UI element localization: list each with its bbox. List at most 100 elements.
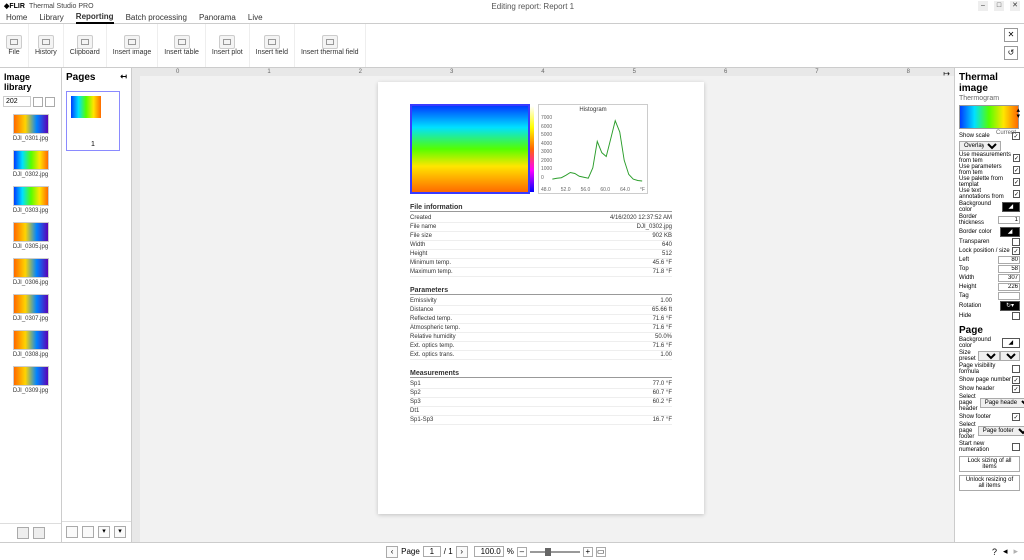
page-prev-button[interactable]: ‹ [386, 546, 398, 558]
main-menu: Home Library Reporting Batch processing Pano… [0, 12, 1024, 24]
close-window-button[interactable]: ✕ [1010, 1, 1020, 11]
ribbon-reset-button[interactable]: ↺ [1004, 46, 1018, 60]
undo-nav-icon[interactable]: ◂ [1003, 546, 1008, 557]
image-thumb[interactable]: DJI_0307.jpg [0, 290, 61, 326]
image-thumb[interactable]: DJI_0308.jpg [0, 326, 61, 362]
maximize-button[interactable]: □ [994, 1, 1004, 11]
page-export-button[interactable] [66, 526, 78, 538]
image-thumb[interactable]: DJI_0303.jpg [0, 182, 61, 218]
app-name: Thermal Studio PRO [29, 3, 94, 10]
hide-checkbox[interactable] [1012, 312, 1020, 320]
zoom-out-button[interactable]: – [517, 547, 527, 557]
menu-tab-batch-processing[interactable]: Batch processing [126, 13, 187, 23]
image-thumb[interactable]: DJI_0301.jpg [0, 110, 61, 146]
ribbon-insert-table[interactable]: Insert table [158, 24, 206, 67]
check-use-palette-from-templat[interactable] [1013, 178, 1020, 186]
rotation-button[interactable]: ↻▾ [1000, 301, 1020, 311]
rightpanel-title: Thermal image [959, 72, 1020, 94]
menu-tab-reporting[interactable]: Reporting [76, 12, 114, 24]
zoom-input[interactable] [474, 546, 504, 557]
transparent-checkbox[interactable] [1012, 238, 1020, 246]
list-view-icon[interactable] [33, 97, 43, 107]
select-footer-dropdown[interactable]: Page footer [978, 426, 1024, 436]
start-num-checkbox[interactable] [1012, 443, 1020, 451]
histogram-plot[interactable]: Histogram 70006000500040003000200010000 … [538, 104, 648, 194]
ribbon-insert-thermal-field[interactable]: Insert thermal field [295, 24, 366, 67]
fileinfo-row: Width640 [410, 241, 672, 250]
ribbon-insert-image[interactable]: Insert image [107, 24, 159, 67]
ribbon-file[interactable]: File [0, 24, 29, 67]
page-thumbnail[interactable]: 1 [66, 91, 120, 151]
ribbon-insert-field[interactable]: Insert field [250, 24, 295, 67]
menu-tab-live[interactable]: Live [248, 13, 263, 23]
page-vis-button[interactable] [1012, 365, 1020, 373]
page-duplicate-button[interactable] [82, 526, 94, 538]
page-bg-swatch[interactable]: ◢ [1002, 338, 1020, 348]
menu-tab-panorama[interactable]: Panorama [199, 13, 236, 23]
ribbon-clipboard[interactable]: Clipboard [64, 24, 107, 67]
preview-down-icon[interactable]: ▾ [1016, 114, 1020, 120]
page-options-dropdown[interactable] [98, 526, 110, 538]
check-use-text-annotations-from[interactable] [1013, 190, 1020, 198]
show-footer-checkbox[interactable] [1012, 413, 1020, 421]
parameters-heading: Parameters [410, 287, 672, 295]
bg-color-swatch[interactable]: ◢ [1002, 202, 1020, 212]
show-page-num-checkbox[interactable] [1012, 376, 1020, 384]
minimize-button[interactable]: – [978, 1, 988, 11]
thermogram-preview[interactable]: ▴▾ Current [959, 105, 1019, 129]
library-action-2[interactable] [33, 527, 45, 539]
height-input[interactable] [998, 283, 1020, 291]
help-icon[interactable]: ? [992, 547, 997, 557]
ribbon-history[interactable]: History [29, 24, 64, 67]
border-color-swatch[interactable]: ◢ [1000, 227, 1020, 237]
ribbon-label: History [35, 49, 57, 56]
measurement-row: Dt1 [410, 407, 672, 416]
lock-all-button[interactable]: Lock sizing of all items [959, 456, 1020, 472]
zoom-slider[interactable] [530, 551, 580, 553]
top-input[interactable] [998, 265, 1020, 273]
page-next-button[interactable]: › [456, 546, 468, 558]
thermal-image[interactable] [410, 104, 530, 194]
menu-tab-home[interactable]: Home [6, 13, 27, 23]
left-input[interactable] [998, 256, 1020, 264]
check-use-parameters-from-tem[interactable] [1013, 166, 1020, 174]
fileinfo-row: File nameDJI_0302.jpg [410, 223, 672, 232]
pages-collapse-icon[interactable]: ↤ [120, 72, 127, 83]
measurements-heading: Measurements [410, 370, 672, 378]
width-input[interactable] [998, 274, 1020, 282]
lock-pos-checkbox[interactable] [1012, 247, 1020, 255]
menu-tab-library[interactable]: Library [39, 13, 63, 23]
ribbon-insert-plot[interactable]: Insert plot [206, 24, 250, 67]
size-preset-size[interactable]: Letter [978, 351, 1000, 361]
preview-current-label: Current [996, 130, 1016, 136]
measurement-row: Sp360.2 °F [410, 398, 672, 407]
report-page[interactable]: Histogram 70006000500040003000200010000 … [378, 82, 704, 514]
image-thumb[interactable]: DJI_0305.jpg [0, 218, 61, 254]
hide-label: Hide [959, 313, 971, 319]
rightpanel-subtitle: Thermogram [959, 95, 1020, 102]
size-preset-label: Size preset [959, 350, 978, 362]
check-use-measurements-from-tem[interactable] [1013, 154, 1020, 162]
zoom-fit-button[interactable]: ▭ [596, 547, 606, 557]
unlock-all-button[interactable]: Unlock resizing of all items [959, 475, 1020, 491]
page-current-input[interactable] [423, 546, 441, 557]
canvas-expand-icon[interactable]: ↦ [943, 69, 950, 78]
zoom-in-button[interactable]: + [583, 547, 593, 557]
image-search-input[interactable] [3, 96, 31, 107]
library-action-1[interactable] [17, 527, 29, 539]
show-header-checkbox[interactable] [1012, 385, 1020, 393]
page-add-dropdown[interactable] [114, 526, 126, 538]
image-thumb[interactable]: DJI_0302.jpg [0, 146, 61, 182]
image-thumb[interactable]: DJI_0309.jpg [0, 362, 61, 398]
brand-logo: ◆FLIR [4, 2, 25, 10]
ribbon-close-button[interactable]: ✕ [1004, 28, 1018, 42]
grid-view-icon[interactable] [45, 97, 55, 107]
border-thickness-input[interactable] [998, 216, 1020, 224]
select-header-dropdown[interactable]: Page heade [980, 398, 1024, 408]
show-scale-select[interactable]: Overlay [959, 141, 1001, 151]
check-label: Use measurements from tem [959, 152, 1013, 164]
image-thumb[interactable]: DJI_0306.jpg [0, 254, 61, 290]
tag-input[interactable] [998, 292, 1020, 300]
redo-nav-icon[interactable]: ▸ [1013, 546, 1018, 557]
size-preset-orient[interactable]: Port [1000, 351, 1020, 361]
